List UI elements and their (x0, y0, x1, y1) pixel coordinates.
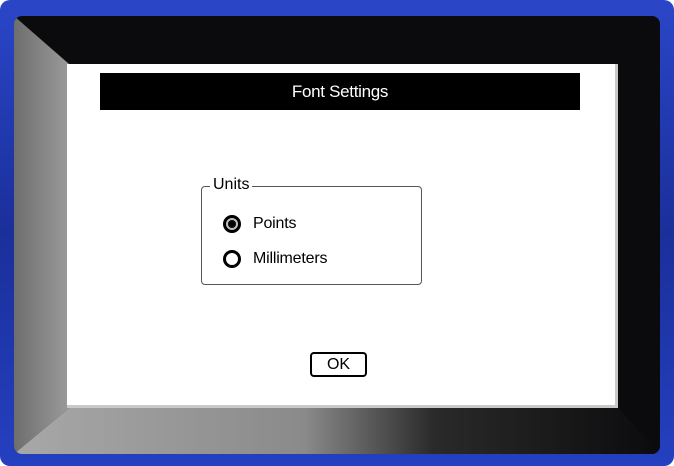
radio-label-points: Points (253, 215, 297, 232)
radio-button-millimeters[interactable] (223, 250, 241, 268)
units-group: Units Points Millimeters (201, 176, 422, 285)
radio-button-points[interactable] (223, 215, 241, 233)
dialog-screen: Font Settings Units Points Millimeters O… (67, 64, 618, 408)
ok-button[interactable]: OK (310, 352, 367, 377)
dialog-title: Font Settings (100, 73, 580, 110)
radio-option-millimeters[interactable]: Millimeters (223, 248, 327, 270)
radio-label-millimeters: Millimeters (253, 250, 328, 267)
radio-option-points[interactable]: Points (223, 213, 296, 235)
device-frame: Font Settings Units Points Millimeters O… (0, 0, 674, 466)
screen-bezel: Font Settings Units Points Millimeters O… (14, 16, 660, 454)
units-legend: Units (210, 176, 253, 194)
